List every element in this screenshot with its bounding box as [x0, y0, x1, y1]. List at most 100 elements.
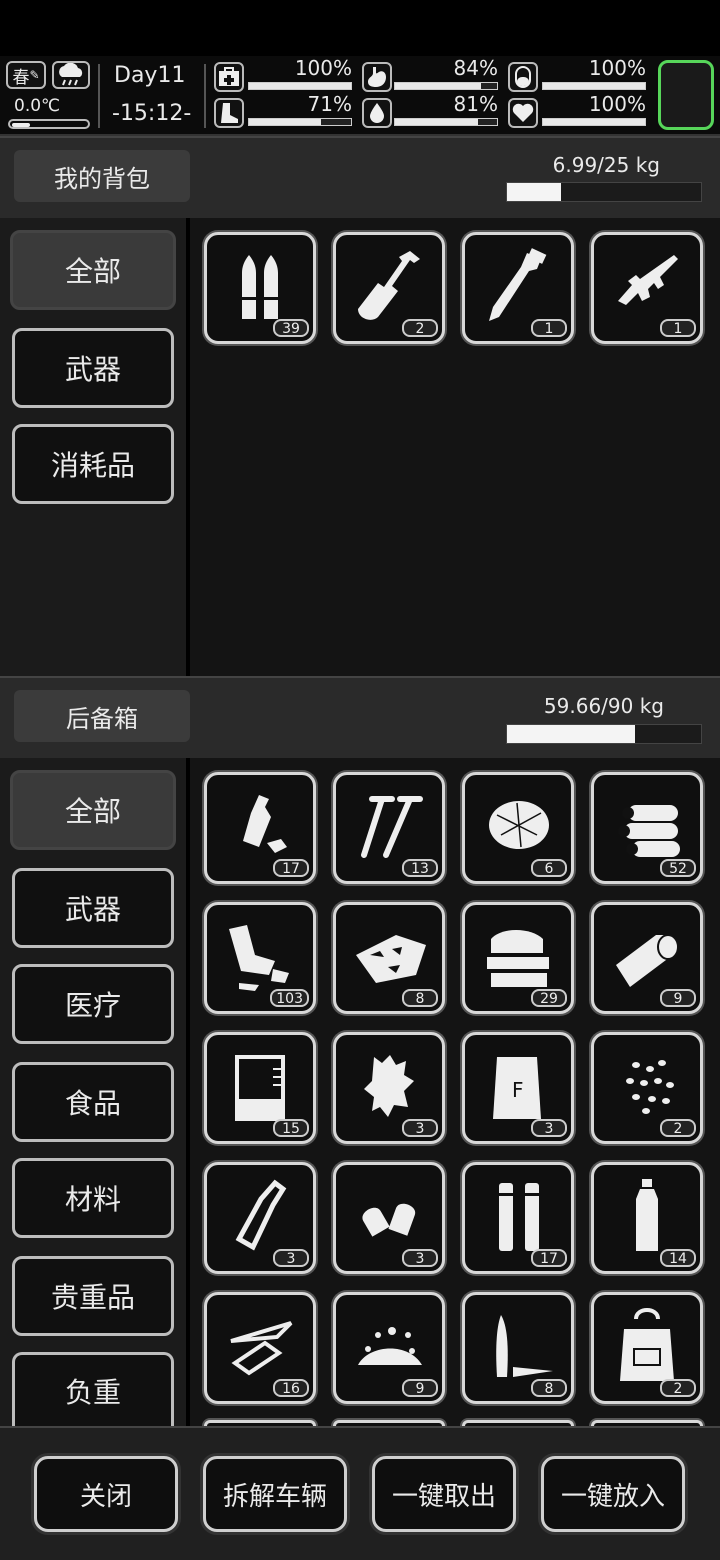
- knife-blades-icon: [496, 1315, 553, 1377]
- trunk-tab-materials[interactable]: 材料: [12, 1158, 174, 1238]
- item-slot-water-bottle[interactable]: 14: [591, 1162, 703, 1274]
- take-all-button[interactable]: 一键取出: [372, 1456, 516, 1532]
- item-slot-bullets[interactable]: 39: [204, 232, 316, 344]
- item-slot-glass-bottle[interactable]: 3: [204, 1162, 316, 1274]
- medicine-value: 100%: [588, 56, 646, 80]
- medkit-icon: [214, 62, 244, 92]
- season-badge: 春 ✎: [6, 61, 46, 89]
- item-count: 8: [531, 1379, 567, 1397]
- item-count: 2: [660, 1379, 696, 1397]
- temperature-bar: [8, 119, 90, 129]
- item-slot-backpack[interactable]: 2: [591, 1292, 703, 1404]
- mood-value: 100%: [588, 92, 646, 116]
- clock-label: -15:12-: [112, 101, 192, 126]
- bullets-icon: [241, 255, 279, 319]
- item-slot-scrap-plates[interactable]: 8: [333, 902, 445, 1014]
- backpack-weight-bar: [506, 182, 702, 202]
- item-slot-shovel[interactable]: 2: [333, 232, 445, 344]
- backpack-weight: 6.99/25 kg: [552, 153, 660, 177]
- equipped-slot[interactable]: [658, 60, 714, 130]
- item-slot-flour[interactable]: F 3: [462, 1032, 574, 1144]
- cloth-rags-icon: [229, 925, 289, 991]
- thirst-bar: [394, 118, 498, 126]
- flour-bag-icon: F: [493, 1057, 541, 1119]
- stomach-icon: [362, 62, 392, 92]
- folded-cloth-icon: [487, 930, 549, 987]
- item-count: 29: [531, 989, 567, 1007]
- stamina-bar: [248, 118, 352, 126]
- item-slot-cartridges[interactable]: 17: [462, 1162, 574, 1274]
- item-slot-earplugs[interactable]: 3: [333, 1162, 445, 1274]
- item-count: 13: [402, 859, 438, 877]
- item-slot-machete[interactable]: 1: [462, 232, 574, 344]
- item-count: 39: [273, 319, 309, 337]
- item-slot-screws[interactable]: 13: [333, 772, 445, 884]
- trunk-tab-medical[interactable]: 医疗: [12, 964, 174, 1044]
- store-all-button[interactable]: 一键放入: [541, 1456, 685, 1532]
- water-bottle-icon: [636, 1179, 658, 1251]
- item-count: 1: [531, 319, 567, 337]
- item-slot-rifle[interactable]: 1: [591, 232, 703, 344]
- trunk-title: 后备箱: [14, 690, 190, 742]
- health-bar: [248, 82, 352, 90]
- backpack-icon: [620, 1308, 674, 1381]
- plastic-bottle-trash-icon: [243, 795, 287, 853]
- item-count: 16: [273, 1379, 309, 1397]
- item-count: 9: [402, 1379, 438, 1397]
- item-slot-logs[interactable]: 52: [591, 772, 703, 884]
- trunk-weight: 59.66/90 kg: [543, 694, 664, 718]
- glass-bottle-icon: [235, 1179, 287, 1251]
- beaker-icon: [235, 1055, 285, 1121]
- item-count: 17: [273, 859, 309, 877]
- logs-icon: [618, 805, 680, 857]
- item-count: 1: [660, 319, 696, 337]
- backpack-tab-weapons[interactable]: 武器: [12, 328, 174, 408]
- item-count: 17: [531, 1249, 567, 1267]
- item-slot-ginger[interactable]: 3: [333, 1032, 445, 1144]
- item-slot-rags[interactable]: 103: [204, 902, 316, 1014]
- item-slot-gravel[interactable]: 9: [333, 1292, 445, 1404]
- earplugs-icon: [362, 1203, 416, 1237]
- dismantle-vehicle-button[interactable]: 拆解车辆: [203, 1456, 347, 1532]
- backpack-tab-consumables[interactable]: 消耗品: [12, 424, 174, 504]
- screws-icon: [361, 796, 423, 858]
- water-drop-icon: [362, 98, 392, 128]
- item-count: 8: [402, 989, 438, 1007]
- item-count: 2: [402, 319, 438, 337]
- item-slot-seeds[interactable]: 2: [591, 1032, 703, 1144]
- item-count: 103: [270, 989, 309, 1007]
- backpack-tab-all[interactable]: 全部: [10, 230, 176, 310]
- item-count: 9: [660, 989, 696, 1007]
- item-slot-plastic-trash[interactable]: 17: [204, 772, 316, 884]
- close-button[interactable]: 关闭: [34, 1456, 178, 1532]
- temperature-label: 0.0℃: [14, 96, 61, 116]
- capsule-icon: [508, 62, 538, 92]
- stamina-value: 71%: [307, 92, 352, 116]
- hunger-value: 84%: [453, 56, 498, 80]
- trunk-tab-all[interactable]: 全部: [10, 770, 176, 850]
- divider: [98, 64, 100, 128]
- medicine-bar: [542, 82, 646, 90]
- rain-cloud-icon: [52, 61, 90, 89]
- trunk-tab-food[interactable]: 食品: [12, 1062, 174, 1142]
- item-count: 2: [660, 1119, 696, 1137]
- item-count: 6: [531, 859, 567, 877]
- item-slot-fiber[interactable]: 6: [462, 772, 574, 884]
- item-slot-tape[interactable]: 9: [591, 902, 703, 1014]
- item-slot-glass-shards[interactable]: 16: [204, 1292, 316, 1404]
- item-count: 3: [402, 1119, 438, 1137]
- tape-roll-icon: [616, 934, 679, 987]
- item-slot-beaker[interactable]: 15: [204, 1032, 316, 1144]
- trunk-tab-valuables[interactable]: 贵重品: [12, 1256, 174, 1336]
- item-slot-folded-cloth[interactable]: 29: [462, 902, 574, 1014]
- gravel-icon: [358, 1327, 422, 1365]
- trunk-tab-weapons[interactable]: 武器: [12, 868, 174, 948]
- boot-icon: [214, 98, 244, 128]
- trunk-tab-carry[interactable]: 负重: [12, 1352, 174, 1426]
- item-count: 15: [273, 1119, 309, 1137]
- cartridges-icon: [499, 1183, 539, 1251]
- health-value: 100%: [294, 56, 352, 80]
- day-label: Day11: [114, 63, 186, 88]
- shovel-icon: [358, 251, 420, 320]
- item-slot-knife-blades[interactable]: 8: [462, 1292, 574, 1404]
